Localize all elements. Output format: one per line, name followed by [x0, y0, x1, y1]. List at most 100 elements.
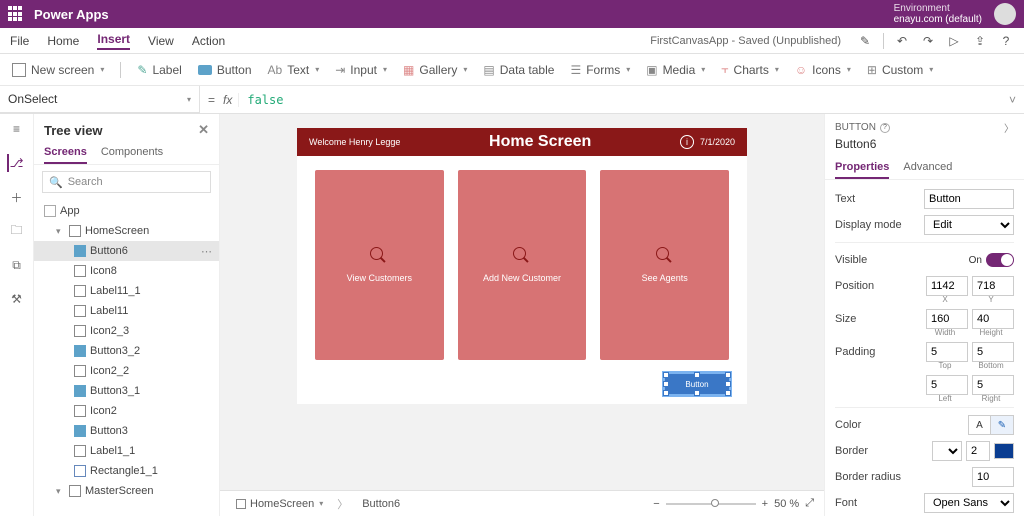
- prop-radius-input[interactable]: [972, 467, 1014, 487]
- tab-properties[interactable]: Properties: [835, 157, 889, 179]
- tool-label[interactable]: ✎Label: [137, 63, 181, 77]
- tab-advanced[interactable]: Advanced: [903, 157, 952, 179]
- selected-button[interactable]: Button: [665, 374, 729, 394]
- rail-data-icon[interactable]: 🗀: [8, 222, 26, 240]
- zoom-out-icon[interactable]: −: [653, 498, 659, 510]
- tree-node[interactable]: Icon2_3: [34, 321, 219, 341]
- tree-node[interactable]: Label11: [34, 301, 219, 321]
- close-icon[interactable]: ✕: [198, 122, 209, 138]
- properties-panel: BUTTON?〉 Button6 Properties Advanced Tex…: [824, 114, 1024, 516]
- zoom-slider[interactable]: [666, 503, 756, 505]
- property-dropdown[interactable]: OnSelect▾: [0, 86, 200, 113]
- left-rail: ≡ ⎇ ＋ 🗀 ⧉ ⚒: [0, 114, 34, 516]
- tree-node-app[interactable]: App: [34, 201, 219, 221]
- prop-y-input[interactable]: [972, 276, 1014, 296]
- tree-panel: Tree view ✕ Screens Components 🔍Search Ap…: [34, 114, 220, 516]
- prop-h-input[interactable]: [972, 309, 1014, 329]
- expand-formula-icon[interactable]: ˅: [1001, 93, 1024, 107]
- prop-padleft-input[interactable]: [926, 375, 968, 395]
- chevron-right-icon[interactable]: 〉: [1004, 120, 1014, 135]
- prop-borderstyle-select[interactable]: —: [932, 441, 962, 461]
- tree-node[interactable]: Button3_2: [34, 341, 219, 361]
- prop-w-input[interactable]: [926, 309, 968, 329]
- checker-icon[interactable]: ✎: [857, 34, 873, 48]
- tree-search[interactable]: 🔍Search: [42, 171, 211, 193]
- tool-new-screen[interactable]: New screen▾: [12, 63, 104, 77]
- zoom-in-icon[interactable]: +: [762, 498, 768, 510]
- tree-node-button6[interactable]: Button6⋯: [34, 241, 219, 261]
- menu-view[interactable]: View: [148, 34, 174, 48]
- tool-gallery[interactable]: ▦Gallery▾: [403, 63, 467, 77]
- tile-add-customer[interactable]: Add New Customer: [458, 170, 587, 360]
- help-icon[interactable]: ?: [880, 123, 890, 133]
- tool-text[interactable]: AbText▾: [268, 63, 320, 77]
- rail-advanced-icon[interactable]: ⚒: [8, 290, 26, 308]
- tool-button[interactable]: Button: [198, 63, 252, 77]
- breadcrumb-screen[interactable]: HomeScreen▾: [230, 496, 329, 512]
- tool-charts[interactable]: ⫟Charts▾: [721, 62, 779, 77]
- app-title: Power Apps: [34, 7, 109, 22]
- tab-screens[interactable]: Screens: [44, 142, 87, 164]
- tree-node[interactable]: Icon2: [34, 401, 219, 421]
- formula-input[interactable]: false: [239, 93, 1001, 107]
- tree-node[interactable]: Label1_1: [34, 441, 219, 461]
- app-launcher-icon[interactable]: [8, 6, 24, 22]
- prop-bordercolor-swatch[interactable]: [994, 443, 1014, 459]
- prop-borderwidth-input[interactable]: [966, 441, 990, 461]
- breadcrumb-control[interactable]: Button6: [356, 496, 406, 512]
- prop-text-input[interactable]: [924, 189, 1014, 209]
- tree-node-homescreen[interactable]: ▾HomeScreen: [34, 221, 219, 241]
- screen-preview[interactable]: Welcome Henry Legge Home Screen i 7/1/20…: [297, 128, 747, 404]
- help-icon[interactable]: ?: [998, 34, 1014, 48]
- share-icon[interactable]: ⇪: [972, 34, 988, 48]
- tree-node[interactable]: Rectangle1_1: [34, 461, 219, 481]
- tree-node-masterscreen[interactable]: ▾MasterScreen: [34, 481, 219, 501]
- tree-node[interactable]: Icon8: [34, 261, 219, 281]
- tree-title: Tree view: [44, 123, 103, 138]
- search-icon: [513, 247, 531, 265]
- tool-icons[interactable]: ☺Icons▾: [795, 63, 851, 77]
- tile-view-customers[interactable]: View Customers: [315, 170, 444, 360]
- rail-add-icon[interactable]: ＋: [8, 188, 26, 206]
- undo-icon[interactable]: ↶: [894, 34, 910, 48]
- tool-datatable[interactable]: ▤Data table: [483, 63, 554, 77]
- menu-insert[interactable]: Insert: [97, 32, 130, 50]
- tile-see-agents[interactable]: See Agents: [600, 170, 729, 360]
- menu-home[interactable]: Home: [47, 34, 79, 48]
- rail-tree-icon[interactable]: ⎇: [7, 154, 25, 172]
- fit-icon[interactable]: ⤢: [805, 497, 814, 510]
- prop-displaymode-select[interactable]: Edit: [924, 215, 1014, 235]
- zoom-value: 50 %: [774, 498, 799, 510]
- fx-icon[interactable]: fx: [223, 93, 239, 107]
- prop-padtop-input[interactable]: [926, 342, 968, 362]
- prop-padright-input[interactable]: [972, 375, 1014, 395]
- tree-node[interactable]: Icon2_2: [34, 361, 219, 381]
- user-avatar[interactable]: [994, 3, 1016, 25]
- tree-node[interactable]: Button3_1: [34, 381, 219, 401]
- info-icon[interactable]: i: [680, 135, 694, 149]
- environment-picker[interactable]: Environment enayu.com (default): [894, 3, 982, 25]
- tree-node[interactable]: Button3: [34, 421, 219, 441]
- prop-color-picker[interactable]: A✎: [968, 415, 1014, 435]
- tool-media[interactable]: ▣Media▾: [646, 63, 705, 77]
- prop-visible-toggle[interactable]: [986, 253, 1014, 267]
- tool-custom[interactable]: ⊞Custom▾: [867, 63, 933, 77]
- canvas-footer: HomeScreen▾ 〉 Button6 − + 50 % ⤢: [220, 490, 824, 516]
- prop-padbot-input[interactable]: [972, 342, 1014, 362]
- tool-input[interactable]: ⇥Input▾: [335, 63, 387, 77]
- tree-node[interactable]: Label11_1: [34, 281, 219, 301]
- rail-media-icon[interactable]: ⧉: [8, 256, 26, 274]
- prop-x-input[interactable]: [926, 276, 968, 296]
- redo-icon[interactable]: ↷: [920, 34, 936, 48]
- play-icon[interactable]: ▷: [946, 34, 962, 48]
- rail-hamburger-icon[interactable]: ≡: [8, 120, 26, 138]
- design-canvas[interactable]: Welcome Henry Legge Home Screen i 7/1/20…: [220, 114, 824, 490]
- menu-action[interactable]: Action: [192, 34, 225, 48]
- menu-file[interactable]: File: [10, 34, 29, 48]
- tool-forms[interactable]: ☰Forms▾: [570, 63, 630, 77]
- search-icon: [370, 247, 388, 265]
- tab-components[interactable]: Components: [101, 142, 163, 164]
- node-context-icon[interactable]: ⋯: [201, 245, 213, 258]
- insert-toolbar: New screen▾ ✎Label Button AbText▾ ⇥Input…: [0, 54, 1024, 86]
- prop-font-select[interactable]: Open Sans: [924, 493, 1014, 513]
